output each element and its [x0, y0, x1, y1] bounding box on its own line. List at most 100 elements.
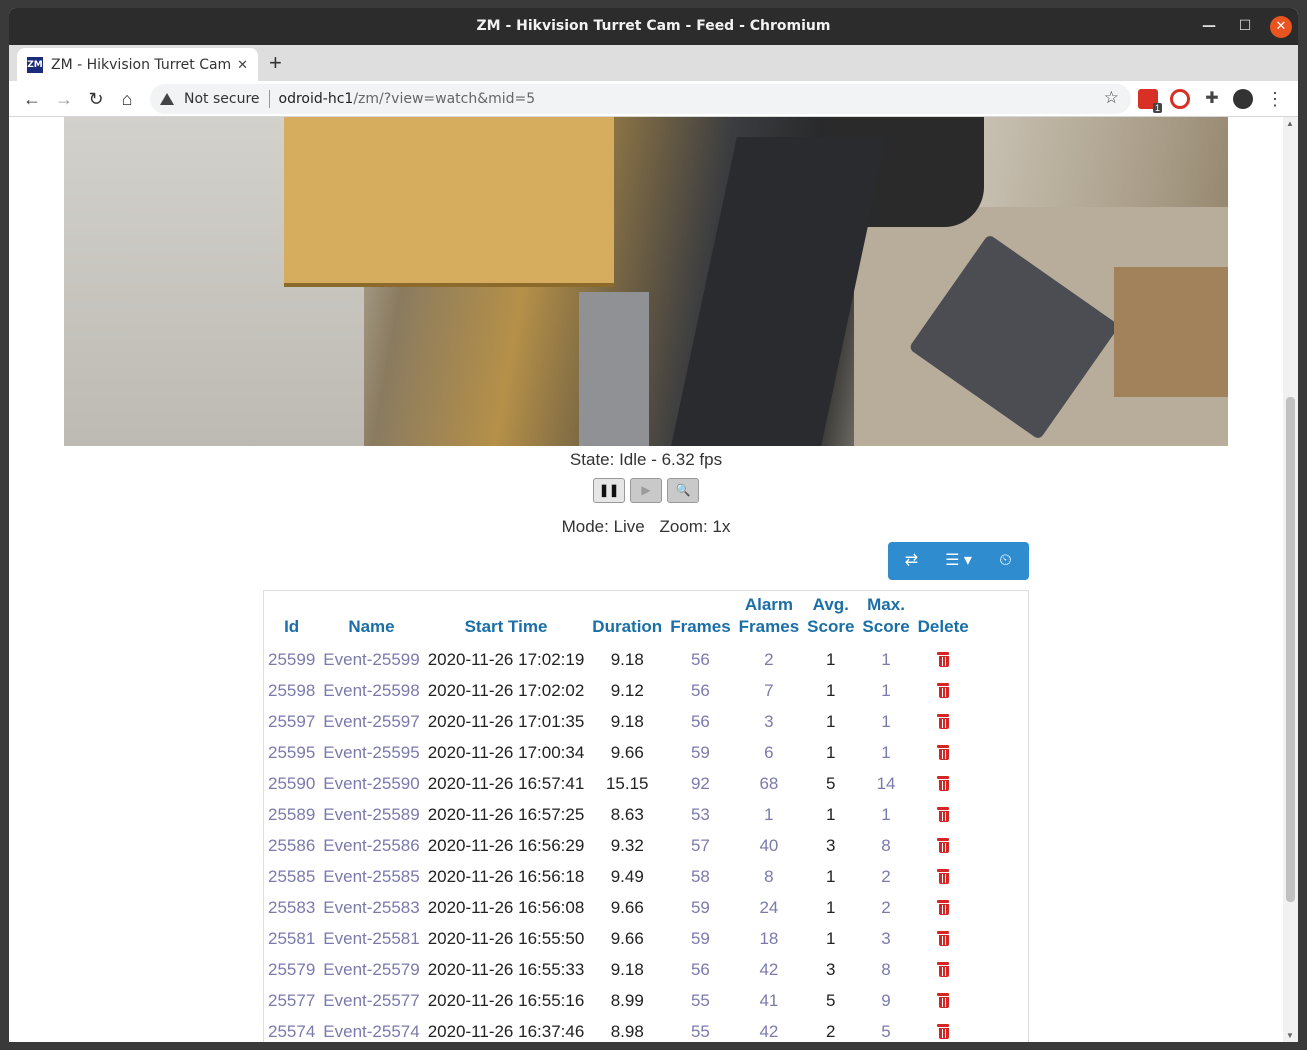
event-max-score-link[interactable]: 2 [858, 861, 913, 892]
event-id-link[interactable]: 25590 [264, 768, 319, 799]
event-name-link[interactable]: Event-25599 [319, 644, 423, 675]
event-alarm-frames-link[interactable]: 2 [735, 644, 803, 675]
event-max-score-link[interactable]: 8 [858, 830, 913, 861]
col-avg-score[interactable]: Avg. Score [803, 591, 858, 644]
col-duration[interactable]: Duration [588, 591, 666, 644]
trash-icon[interactable] [937, 868, 950, 884]
trash-icon[interactable] [937, 961, 950, 977]
event-name-link[interactable]: Event-25597 [319, 706, 423, 737]
back-icon[interactable]: ← [19, 86, 45, 112]
event-alarm-frames-link[interactable]: 68 [735, 768, 803, 799]
page-scrollbar[interactable]: ▲ ▼ [1283, 117, 1298, 1042]
refresh-icon[interactable]: ⇄ [888, 542, 935, 580]
event-frames-link[interactable]: 53 [666, 799, 734, 830]
event-id-link[interactable]: 25589 [264, 799, 319, 830]
event-name-link[interactable]: Event-25583 [319, 892, 423, 923]
profile-avatar-icon[interactable] [1233, 89, 1253, 109]
event-frames-link[interactable]: 56 [666, 644, 734, 675]
trash-icon[interactable] [937, 992, 950, 1008]
event-frames-link[interactable]: 56 [666, 675, 734, 706]
col-start-time[interactable]: Start Time [424, 591, 589, 644]
trash-icon[interactable] [937, 775, 950, 791]
event-id-link[interactable]: 25585 [264, 861, 319, 892]
new-tab-icon[interactable]: + [269, 51, 282, 75]
event-id-link[interactable]: 25577 [264, 985, 319, 1016]
browser-tab[interactable]: ZM ZM - Hikvision Turret Cam - Feed ✕ [17, 48, 258, 81]
event-name-link[interactable]: Event-25586 [319, 830, 423, 861]
bookmark-star-icon[interactable]: ☆ [1104, 88, 1119, 108]
extension-red-icon[interactable]: 1 [1138, 89, 1162, 113]
event-name-link[interactable]: Event-25590 [319, 768, 423, 799]
event-max-score-link[interactable]: 8 [858, 954, 913, 985]
play-button[interactable]: ▶ [630, 478, 662, 503]
event-max-score-link[interactable]: 1 [858, 706, 913, 737]
col-max-score[interactable]: Max. Score [858, 591, 913, 644]
event-alarm-frames-link[interactable]: 42 [735, 1016, 803, 1042]
trash-icon[interactable] [937, 682, 950, 698]
event-frames-link[interactable]: 92 [666, 768, 734, 799]
event-max-score-link[interactable]: 1 [858, 799, 913, 830]
event-max-score-link[interactable]: 1 [858, 675, 913, 706]
event-alarm-frames-link[interactable]: 7 [735, 675, 803, 706]
event-frames-link[interactable]: 56 [666, 706, 734, 737]
event-max-score-link[interactable]: 5 [858, 1016, 913, 1042]
trash-icon[interactable] [937, 651, 950, 667]
scroll-down-icon[interactable]: ▼ [1286, 1031, 1294, 1040]
event-frames-link[interactable]: 59 [666, 737, 734, 768]
col-frames[interactable]: Frames [666, 591, 734, 644]
event-alarm-frames-link[interactable]: 1 [735, 799, 803, 830]
extensions-puzzle-icon[interactable]: ✚ [1202, 89, 1222, 109]
event-id-link[interactable]: 25597 [264, 706, 319, 737]
columns-dropdown-icon[interactable]: ☰ ▾ [935, 542, 982, 580]
history-clock-icon[interactable]: ⏲ [982, 542, 1029, 580]
event-alarm-frames-link[interactable]: 3 [735, 706, 803, 737]
event-id-link[interactable]: 25574 [264, 1016, 319, 1042]
event-frames-link[interactable]: 55 [666, 1016, 734, 1042]
trash-icon[interactable] [937, 713, 950, 729]
trash-icon[interactable] [937, 1023, 950, 1039]
event-frames-link[interactable]: 59 [666, 892, 734, 923]
tab-close-icon[interactable]: ✕ [237, 57, 248, 73]
event-max-score-link[interactable]: 1 [858, 644, 913, 675]
event-max-score-link[interactable]: 3 [858, 923, 913, 954]
event-id-link[interactable]: 25599 [264, 644, 319, 675]
address-bar[interactable]: Not secure odroid-hc1/zm/?view=watch&mid… [150, 84, 1131, 114]
event-frames-link[interactable]: 58 [666, 861, 734, 892]
event-frames-link[interactable]: 55 [666, 985, 734, 1016]
event-id-link[interactable]: 25595 [264, 737, 319, 768]
scrollbar-thumb[interactable] [1286, 397, 1295, 902]
event-alarm-frames-link[interactable]: 40 [735, 830, 803, 861]
event-max-score-link[interactable]: 14 [858, 768, 913, 799]
event-frames-link[interactable]: 57 [666, 830, 734, 861]
event-alarm-frames-link[interactable]: 24 [735, 892, 803, 923]
event-id-link[interactable]: 25583 [264, 892, 319, 923]
event-frames-link[interactable]: 56 [666, 954, 734, 985]
trash-icon[interactable] [937, 837, 950, 853]
event-id-link[interactable]: 25579 [264, 954, 319, 985]
trash-icon[interactable] [937, 744, 950, 760]
event-frames-link[interactable]: 59 [666, 923, 734, 954]
event-name-link[interactable]: Event-25574 [319, 1016, 423, 1042]
event-name-link[interactable]: Event-25598 [319, 675, 423, 706]
event-max-score-link[interactable]: 1 [858, 737, 913, 768]
close-window-icon[interactable]: ✕ [1270, 16, 1292, 38]
trash-icon[interactable] [937, 899, 950, 915]
event-max-score-link[interactable]: 9 [858, 985, 913, 1016]
col-id[interactable]: Id [264, 591, 319, 644]
event-id-link[interactable]: 25581 [264, 923, 319, 954]
home-icon[interactable]: ⌂ [114, 86, 140, 112]
event-alarm-frames-link[interactable]: 42 [735, 954, 803, 985]
event-name-link[interactable]: Event-25579 [319, 954, 423, 985]
minimize-icon[interactable]: — [1194, 8, 1224, 45]
event-name-link[interactable]: Event-25585 [319, 861, 423, 892]
trash-icon[interactable] [937, 806, 950, 822]
maximize-icon[interactable]: ☐ [1230, 8, 1260, 45]
event-alarm-frames-link[interactable]: 6 [735, 737, 803, 768]
event-name-link[interactable]: Event-25577 [319, 985, 423, 1016]
pause-button[interactable]: ❚❚ [593, 478, 625, 503]
forward-icon[interactable]: → [51, 86, 77, 112]
event-alarm-frames-link[interactable]: 8 [735, 861, 803, 892]
event-name-link[interactable]: Event-25581 [319, 923, 423, 954]
reload-icon[interactable]: ↻ [83, 86, 109, 112]
blocker-extension-icon[interactable] [1170, 89, 1190, 109]
